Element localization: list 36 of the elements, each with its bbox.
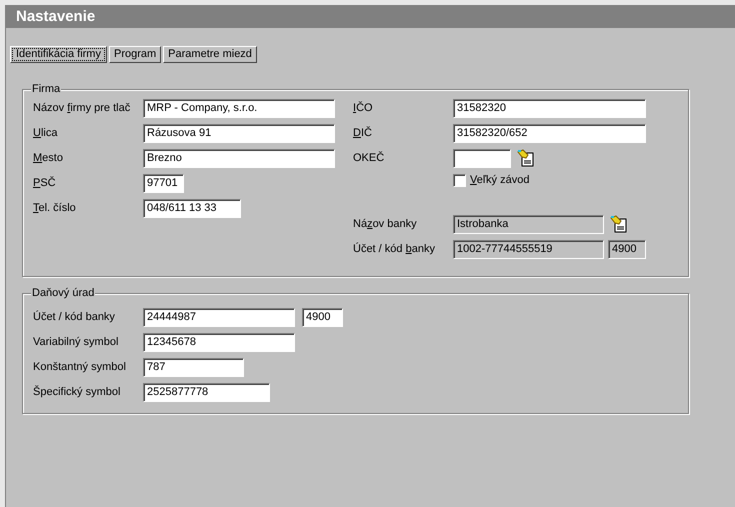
checkbox-label[interactable]: Veľký závod bbox=[470, 172, 580, 188]
input-field[interactable]: 31582320/652 bbox=[453, 124, 646, 142]
field-label: Ulica bbox=[33, 126, 58, 141]
field-label: Tel. číslo bbox=[33, 200, 77, 216]
input-field[interactable]: 787 bbox=[143, 358, 244, 376]
input-field[interactable]: Brezno bbox=[143, 148, 335, 168]
input-field[interactable]: 97701 bbox=[143, 174, 184, 192]
input-field[interactable]: 24444987 bbox=[143, 308, 295, 326]
input-field[interactable]: 2525877778 bbox=[143, 382, 270, 402]
group-title: Daňový úrad bbox=[31, 287, 96, 300]
field-label: PSČ bbox=[33, 175, 57, 191]
input-field[interactable]: 048/611 13 33 bbox=[143, 198, 241, 218]
card-file-icon[interactable] bbox=[517, 149, 535, 167]
field-label: Variabilný symbol bbox=[33, 334, 120, 350]
checkbox[interactable] bbox=[453, 174, 466, 186]
field-label: Názov firmy pre tlač bbox=[33, 100, 132, 116]
input-field[interactable]: MRP - Company, s.r.o. bbox=[143, 98, 335, 118]
tab[interactable]: Identifikácia firmy bbox=[10, 46, 107, 63]
input-field[interactable]: Rázusova 91 bbox=[143, 124, 335, 142]
field-label: Špecifický symbol bbox=[33, 384, 122, 400]
field-label: Účet / kód banky bbox=[33, 310, 116, 325]
input-field[interactable] bbox=[453, 148, 511, 168]
tab[interactable]: Program bbox=[108, 46, 162, 63]
field-label: DIČ bbox=[353, 125, 373, 141]
card-file-icon[interactable] bbox=[610, 215, 628, 233]
input-field[interactable]: 31582320 bbox=[453, 98, 646, 118]
field-label: Mesto bbox=[33, 150, 64, 166]
tab[interactable]: Parametre miezd bbox=[163, 46, 257, 63]
field-label: Názov banky bbox=[353, 216, 418, 232]
field-label: Účet / kód banky bbox=[353, 242, 436, 257]
field-label: Konštantný symbol bbox=[33, 360, 127, 375]
input-field[interactable]: 12345678 bbox=[143, 332, 295, 352]
field-label: OKEČ bbox=[353, 150, 386, 166]
window-title: Nastavenie bbox=[6, 5, 735, 28]
field-label: IČO bbox=[353, 100, 374, 116]
input-field[interactable]: 4900 bbox=[302, 308, 343, 326]
